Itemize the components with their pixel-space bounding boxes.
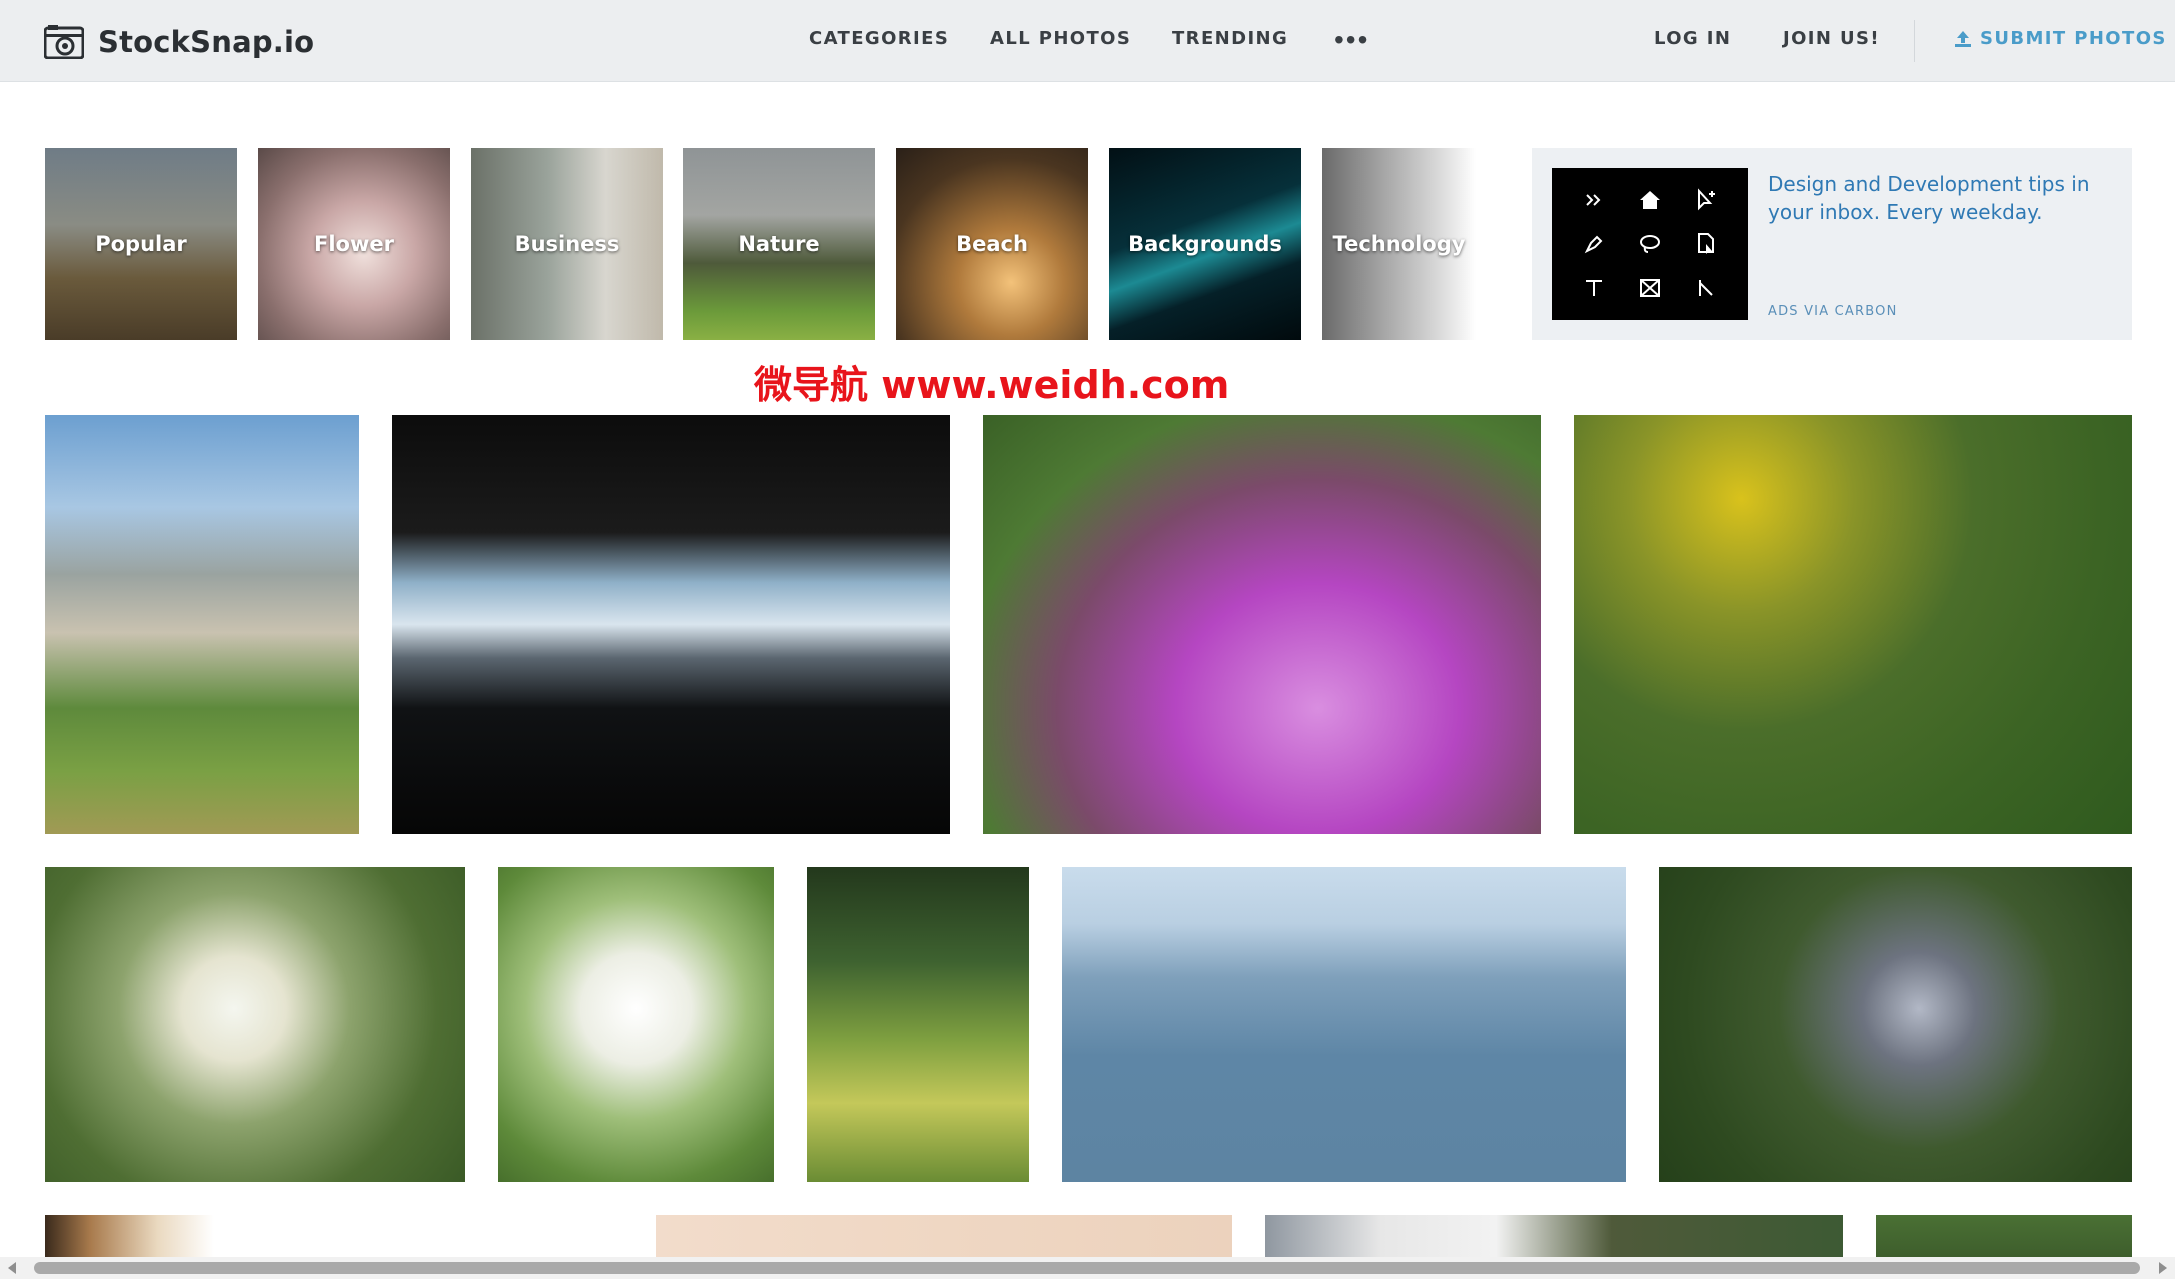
home-icon	[1622, 178, 1678, 222]
file-select-icon	[1678, 222, 1734, 266]
chevrons-icon	[1566, 178, 1622, 222]
scroll-right-icon[interactable]	[2159, 1262, 2167, 1274]
camera-logo-icon	[44, 25, 84, 59]
photo-forested-mountain[interactable]	[1062, 867, 1626, 1182]
nav-categories[interactable]: CATEGORIES	[809, 28, 949, 49]
upload-icon	[1955, 30, 1971, 47]
logo-text: StockSnap.io	[98, 25, 315, 59]
horizontal-scrollbar[interactable]	[0, 1257, 2175, 1279]
photo-blue-jay[interactable]	[1659, 867, 2132, 1182]
scroll-left-icon[interactable]	[8, 1262, 16, 1274]
angle-tool-icon	[1678, 266, 1734, 310]
photo-bridge-underside[interactable]	[392, 415, 950, 834]
category-tile-nature[interactable]: Nature	[683, 148, 875, 340]
nav-all-photos[interactable]: ALL PHOTOS	[990, 28, 1131, 49]
category-label: Technology	[1332, 232, 1466, 256]
watermark-text: 微导航 www.weidh.com	[754, 363, 1230, 407]
photo-row3-trees[interactable]	[1876, 1215, 2132, 1257]
category-tile-popular[interactable]: Popular	[45, 148, 237, 340]
category-tile-technology[interactable]: Technology	[1322, 148, 1476, 340]
category-label: Backgrounds	[1128, 232, 1282, 256]
ad-text[interactable]: Design and Development tips in your inbo…	[1768, 170, 2108, 226]
pen-icon	[1566, 222, 1622, 266]
lasso-icon	[1622, 222, 1678, 266]
submit-photos-button[interactable]: SUBMIT PHOTOS	[1954, 28, 2167, 49]
photo-cliffs[interactable]	[45, 415, 359, 834]
cursor-plus-icon	[1678, 178, 1734, 222]
submit-photos-label: SUBMIT PHOTOS	[1980, 28, 2167, 49]
category-label: Beach	[956, 232, 1028, 256]
site-logo[interactable]: StockSnap.io	[44, 22, 314, 62]
category-tile-flower[interactable]: Flower	[258, 148, 450, 340]
more-menu-icon[interactable]: •••	[1334, 24, 1369, 56]
category-label: Nature	[738, 232, 820, 256]
join-link[interactable]: JOIN US!	[1783, 28, 1880, 49]
category-tile-beach[interactable]: Beach	[896, 148, 1088, 340]
ads-via-carbon-link[interactable]: ADS VIA CARBON	[1768, 304, 1898, 319]
carbon-ad[interactable]: Design and Development tips in your inbo…	[1532, 148, 2132, 340]
top-navbar: StockSnap.io CATEGORIES ALL PHOTOS TREND…	[0, 0, 2175, 82]
category-label: Business	[514, 232, 620, 256]
photo-forest-river[interactable]	[807, 867, 1029, 1182]
category-tile-business[interactable]: Business	[471, 148, 663, 340]
category-label: Popular	[95, 232, 187, 256]
scrollbar-thumb[interactable]	[34, 1262, 2140, 1274]
photo-pink-flowers[interactable]	[983, 415, 1541, 834]
category-label: Flower	[314, 232, 394, 256]
text-tool-icon	[1566, 266, 1622, 310]
page: StockSnap.io CATEGORIES ALL PHOTOS TREND…	[0, 0, 2175, 1279]
photo-row3-left[interactable]	[45, 1215, 608, 1257]
nav-divider	[1914, 20, 1915, 62]
photo-dandelions[interactable]	[1574, 415, 2132, 834]
ad-image[interactable]	[1552, 168, 1748, 320]
photo-row3-peach[interactable]	[656, 1215, 1232, 1257]
image-frame-icon	[1622, 266, 1678, 310]
photo-white-flowers[interactable]	[498, 867, 774, 1182]
photo-white-anemones[interactable]	[45, 867, 465, 1182]
category-tile-backgrounds[interactable]: Backgrounds	[1109, 148, 1301, 340]
login-link[interactable]: LOG IN	[1654, 28, 1731, 49]
nav-trending[interactable]: TRENDING	[1172, 28, 1288, 49]
photo-row3-forest[interactable]	[1265, 1215, 1843, 1257]
